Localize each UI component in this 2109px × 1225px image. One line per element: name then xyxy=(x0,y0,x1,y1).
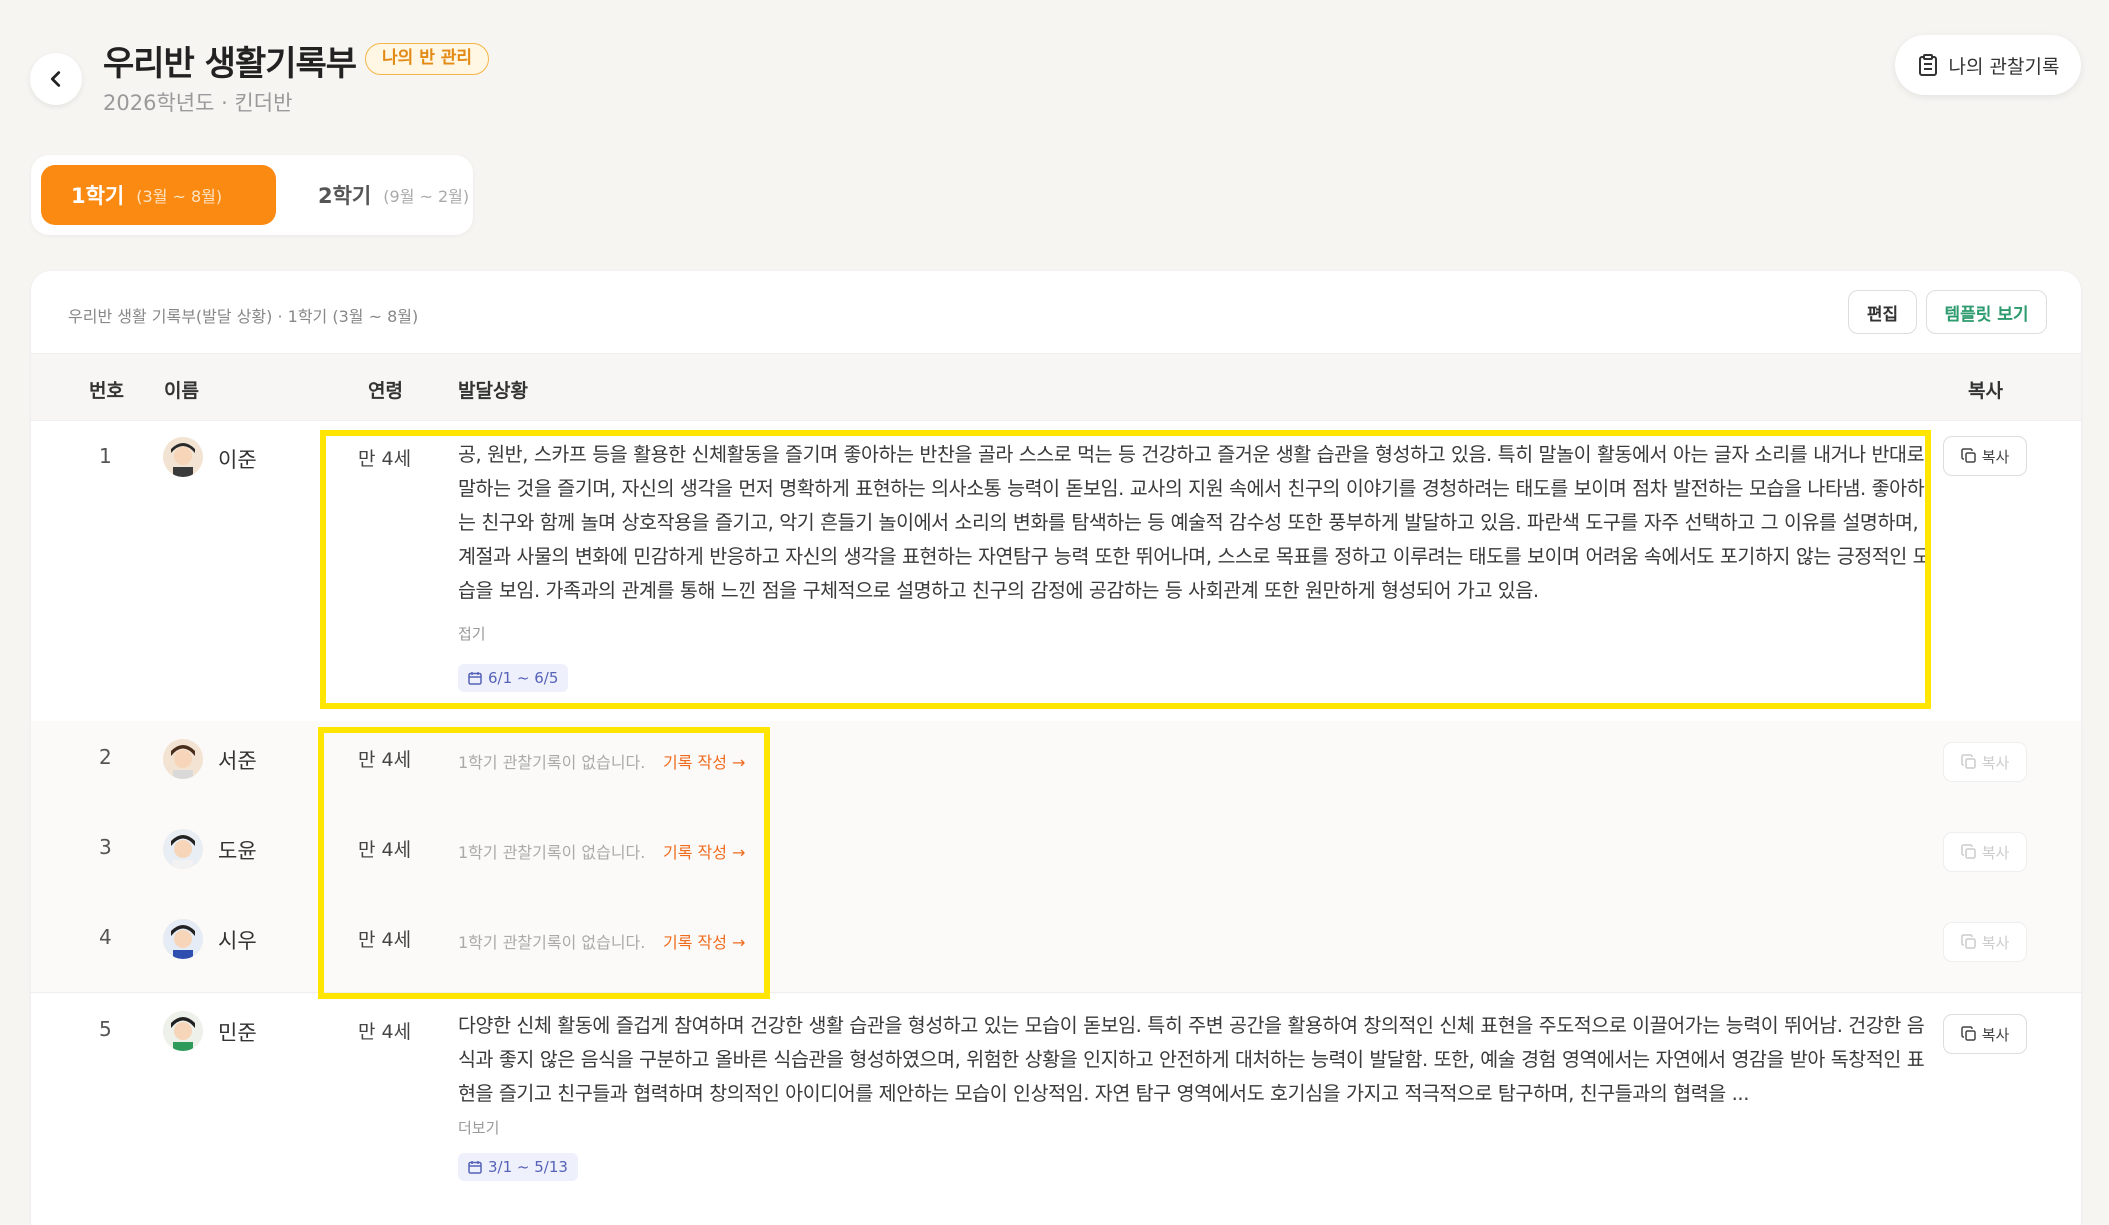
semester-tabs: 1학기 (3월 ~ 8월) 2학기 (9월 ~ 2월) xyxy=(31,155,473,235)
chevron-left-icon xyxy=(50,71,61,87)
tab-semester-1[interactable]: 1학기 (3월 ~ 8월) xyxy=(41,165,276,225)
page-subtitle: 2026학년도 · 킨더반 xyxy=(103,91,293,115)
calendar-icon xyxy=(468,1161,482,1174)
student-age: 만 4세 xyxy=(358,839,412,861)
table-row: 3 도윤 만 4세 1학기 관찰기록이 없습니다. 기록 작성 → 복사 xyxy=(31,811,2081,901)
empty-record-message: 1학기 관찰기록이 없습니다. xyxy=(458,843,646,862)
expand-link[interactable]: 더보기 xyxy=(458,1117,499,1138)
copy-label: 복사 xyxy=(1981,447,2010,466)
row-number: 2 xyxy=(99,745,112,769)
student-age: 만 4세 xyxy=(358,1021,412,1043)
copy-icon xyxy=(1960,1026,1976,1041)
development-text: 다양한 신체 활동에 즐겁게 참여하며 건강한 생활 습관을 형성하고 있는 모… xyxy=(458,1014,1925,1105)
avatar xyxy=(163,437,203,477)
header-age: 연령 xyxy=(368,380,403,402)
page-title: 우리반 생활기록부 xyxy=(103,44,357,84)
collapse-link[interactable]: 접기 xyxy=(458,623,486,644)
copy-button[interactable]: 복사 xyxy=(1943,1014,2027,1054)
copy-label: 복사 xyxy=(1981,933,2010,952)
template-button[interactable]: 템플릿 보기 xyxy=(1926,290,2047,334)
class-badge[interactable]: 나의 반 관리 xyxy=(365,43,490,75)
tab-label: 2학기 xyxy=(318,184,372,208)
header-status: 발달상황 xyxy=(458,380,528,402)
avatar xyxy=(163,829,203,869)
header-no: 번호 xyxy=(89,380,124,402)
tab-semester-2[interactable]: 2학기 (9월 ~ 2월) xyxy=(286,165,470,225)
copy-button[interactable]: 복사 xyxy=(1943,922,2027,962)
record-card: 우리반 생활 기록부(발달 상황) · 1학기 (3월 ~ 8월) 편집 템플릿… xyxy=(31,271,2081,1225)
copy-label: 복사 xyxy=(1981,843,2010,862)
back-button[interactable] xyxy=(30,53,82,105)
avatar xyxy=(163,919,203,959)
calendar-icon xyxy=(468,672,482,685)
copy-icon xyxy=(1960,754,1976,769)
date-range-chip: 3/1 ~ 5/13 xyxy=(458,1153,578,1181)
date-range-chip: 6/1 ~ 6/5 xyxy=(458,664,569,692)
row-number: 1 xyxy=(99,444,112,468)
table-header: 번호 이름 연령 발달상황 복사 xyxy=(31,353,2081,421)
student-name: 도윤 xyxy=(218,839,257,863)
avatar xyxy=(163,1011,203,1051)
copy-icon xyxy=(1960,448,1976,463)
table-row: 4 시우 만 4세 1학기 관찰기록이 없습니다. 기록 작성 → 복사 xyxy=(31,901,2081,992)
table-row: 5 민준 만 4세 다양한 신체 활동에 즐겁게 참여하며 건강한 생활 습관을… xyxy=(31,992,2081,1225)
write-record-link[interactable]: 기록 작성 → xyxy=(663,749,745,773)
copy-button[interactable]: 복사 xyxy=(1943,832,2027,872)
tab-range: (9월 ~ 2월) xyxy=(383,187,470,206)
my-observation-label: 나의 관찰기록 xyxy=(1948,55,2060,78)
avatar xyxy=(163,739,203,779)
tab-label: 1학기 xyxy=(71,184,125,208)
clipboard-icon xyxy=(1918,54,1937,76)
date-range-label: 6/1 ~ 6/5 xyxy=(488,669,559,687)
copy-label: 복사 xyxy=(1981,1025,2010,1044)
my-observation-button[interactable]: 나의 관찰기록 xyxy=(1895,35,2081,95)
copy-icon xyxy=(1960,934,1976,949)
write-record-link[interactable]: 기록 작성 → xyxy=(663,929,745,953)
student-age: 만 4세 xyxy=(358,448,412,470)
student-name: 이준 xyxy=(218,448,257,472)
student-name: 서준 xyxy=(218,749,257,773)
table-row: 2 서준 만 4세 1학기 관찰기록이 없습니다. 기록 작성 → 복사 xyxy=(31,721,2081,811)
edit-button[interactable]: 편집 xyxy=(1848,290,1917,334)
row-number: 5 xyxy=(99,1017,112,1041)
copy-button[interactable]: 복사 xyxy=(1943,742,2027,782)
empty-record-message: 1학기 관찰기록이 없습니다. xyxy=(458,753,646,772)
copy-icon xyxy=(1960,844,1976,859)
row-number: 4 xyxy=(99,925,112,949)
header-name: 이름 xyxy=(164,380,199,402)
student-name: 시우 xyxy=(218,929,257,953)
date-range-label: 3/1 ~ 5/13 xyxy=(488,1158,568,1176)
row-number: 3 xyxy=(99,835,112,859)
tab-range: (3월 ~ 8월) xyxy=(136,187,223,206)
copy-button[interactable]: 복사 xyxy=(1943,436,2027,476)
student-name: 민준 xyxy=(218,1021,257,1045)
card-caption: 우리반 생활 기록부(발달 상황) · 1학기 (3월 ~ 8월) xyxy=(68,307,419,326)
student-age: 만 4세 xyxy=(358,749,412,771)
write-record-link[interactable]: 기록 작성 → xyxy=(663,839,745,863)
development-text: 공, 원반, 스카프 등을 활용한 신체활동을 즐기며 좋아하는 반찬을 골라 … xyxy=(458,443,1931,602)
header-copy: 복사 xyxy=(1968,380,2003,402)
empty-record-message: 1학기 관찰기록이 없습니다. xyxy=(458,933,646,952)
copy-label: 복사 xyxy=(1981,753,2010,772)
student-age: 만 4세 xyxy=(358,929,412,951)
